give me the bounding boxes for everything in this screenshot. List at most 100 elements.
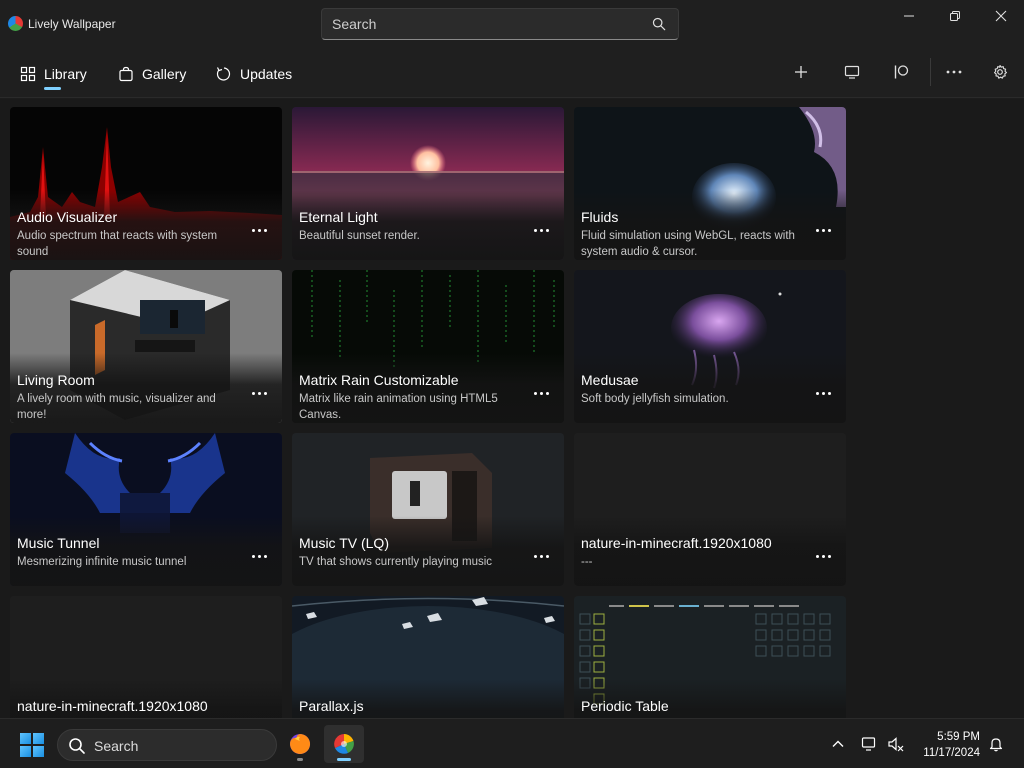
toolbar-separator — [930, 58, 931, 86]
nav-gallery[interactable]: Gallery — [118, 61, 186, 87]
tile-more-options-button[interactable] — [247, 220, 271, 240]
tile-title: Parallax.js — [299, 698, 364, 714]
close-icon — [995, 10, 1007, 22]
network-disconnected-icon — [861, 737, 876, 751]
system-clock[interactable]: 5:59 PM 11/17/2024 — [910, 729, 980, 761]
tile-shade — [10, 516, 282, 586]
patreon-button[interactable] — [885, 58, 917, 86]
notifications-button[interactable] — [986, 734, 1006, 754]
more-dot-icon — [251, 554, 255, 558]
screen-select-button[interactable] — [836, 58, 868, 86]
more-dot-icon — [821, 228, 825, 232]
start-button[interactable] — [20, 733, 44, 757]
wallpaper-tile-parallax[interactable]: Parallax.js — [292, 596, 564, 718]
tile-more-options-button[interactable] — [247, 546, 271, 566]
selected-tab-indicator — [44, 87, 61, 90]
wallpaper-tile-music-tv[interactable]: Music TV (LQ) TV that shows currently pl… — [292, 433, 564, 586]
more-dot-icon — [257, 554, 261, 558]
wallpaper-tile-living-room[interactable]: Living Room A lively room with music, vi… — [10, 270, 282, 423]
nav-updates[interactable]: Updates — [216, 61, 292, 87]
tile-more-options-button[interactable] — [811, 220, 835, 240]
refresh-icon — [216, 67, 231, 81]
tile-title: Matrix Rain Customizable — [299, 372, 459, 388]
settings-button[interactable] — [984, 58, 1016, 86]
more-dot-icon — [257, 391, 261, 395]
minimize-icon — [904, 15, 914, 17]
search-icon — [69, 738, 85, 754]
tile-more-options-button[interactable] — [529, 546, 553, 566]
close-button[interactable] — [978, 0, 1024, 32]
clock-time: 5:59 PM — [937, 731, 980, 743]
tile-more-options-button[interactable] — [811, 546, 835, 566]
nav-gallery-label: Gallery — [142, 66, 187, 82]
more-dot-icon — [821, 554, 825, 558]
clock-date: 11/17/2024 — [923, 747, 980, 759]
tile-title: nature-in-minecraft.1920x1080 — [581, 535, 772, 551]
wallpaper-tile-nature-in-minecraft[interactable]: nature-in-minecraft.1920x1080 --- — [574, 433, 846, 586]
tile-title: Fluids — [581, 209, 619, 225]
windows-logo-icon — [20, 733, 31, 744]
tile-description: Beautiful sunset render. — [299, 230, 420, 242]
more-dot-icon — [263, 228, 267, 232]
windows-logo-icon — [33, 733, 44, 744]
tile-description: Fluid simulation using WebGL, reacts wit… — [581, 230, 795, 258]
library-grid: Audio Visualizer Audio spectrum that rea… — [0, 99, 1024, 718]
chevron-up-icon — [832, 740, 844, 747]
taskbar: Search 5:59 PM 11/17/2024 — [0, 718, 1024, 768]
wallpaper-tile-nature-in-minecraft-2[interactable]: nature-in-minecraft.1920x1080 — [10, 596, 282, 718]
tile-title: Music TV (LQ) — [299, 535, 389, 551]
maximize-button[interactable] — [932, 0, 978, 32]
tile-description: Matrix like rain animation using HTML5 C… — [299, 393, 498, 421]
tile-shade — [292, 190, 564, 260]
tile-shade — [574, 516, 846, 586]
more-dot-icon — [545, 228, 549, 232]
tile-more-options-button[interactable] — [529, 220, 553, 240]
more-dot-icon — [257, 228, 261, 232]
nav-library[interactable]: Library — [20, 61, 87, 87]
wallpaper-tile-music-tunnel[interactable]: Music Tunnel Mesmerizing infinite music … — [10, 433, 282, 586]
minimize-button[interactable] — [886, 0, 932, 32]
windows-logo-icon — [20, 746, 31, 757]
taskbar-firefox[interactable] — [280, 725, 320, 763]
app-title: Lively Wallpaper — [28, 17, 116, 31]
add-wallpaper-button[interactable] — [785, 58, 817, 86]
tile-title: Eternal Light — [299, 209, 378, 225]
tile-description: Audio spectrum that reacts with system s… — [17, 230, 218, 258]
tile-more-options-button[interactable] — [811, 383, 835, 403]
more-dot-icon — [251, 228, 255, 232]
tile-title: Medusae — [581, 372, 639, 388]
more-dot-icon — [827, 554, 831, 558]
taskbar-search[interactable]: Search — [57, 729, 277, 761]
more-dot-icon — [827, 228, 831, 232]
more-options-button[interactable] — [938, 58, 970, 86]
tile-more-options-button[interactable] — [247, 383, 271, 403]
running-indicator — [337, 758, 351, 761]
bell-icon — [989, 738, 1003, 752]
tile-shade — [574, 353, 846, 423]
tile-more-options-button[interactable] — [529, 383, 553, 403]
more-dot-icon — [533, 391, 537, 395]
taskbar-lively-wallpaper[interactable] — [324, 725, 364, 763]
lively-wallpaper-icon — [334, 734, 354, 754]
wallpaper-tile-audio-visualizer[interactable]: Audio Visualizer Audio spectrum that rea… — [10, 107, 282, 260]
nav-library-label: Library — [44, 66, 87, 82]
tile-title: Audio Visualizer — [17, 209, 118, 225]
show-hidden-icons-button[interactable] — [828, 734, 848, 754]
network-status-button[interactable] — [860, 734, 880, 754]
tile-title: nature-in-minecraft.1920x1080 — [17, 698, 208, 714]
search-box[interactable] — [321, 8, 679, 40]
more-dot-icon — [545, 554, 549, 558]
tile-shade — [292, 516, 564, 586]
monitor-icon — [844, 65, 860, 79]
volume-button[interactable] — [886, 734, 906, 754]
wallpaper-tile-medusae[interactable]: Medusae Soft body jellyfish simulation. — [574, 270, 846, 423]
title-bar: Lively Wallpaper — [0, 0, 1024, 48]
nav-updates-label: Updates — [240, 66, 293, 82]
wallpaper-tile-fluids[interactable]: Fluids Fluid simulation using WebGL, rea… — [574, 107, 846, 260]
wallpaper-tile-periodic-table[interactable]: Periodic Table — [574, 596, 846, 718]
search-input[interactable] — [322, 9, 642, 39]
wallpaper-tile-eternal-light[interactable]: Eternal Light Beautiful sunset render. — [292, 107, 564, 260]
search-icon[interactable] — [652, 17, 666, 31]
more-dot-icon — [263, 554, 267, 558]
wallpaper-tile-matrix-rain[interactable]: Matrix Rain Customizable Matrix like rai… — [292, 270, 564, 423]
